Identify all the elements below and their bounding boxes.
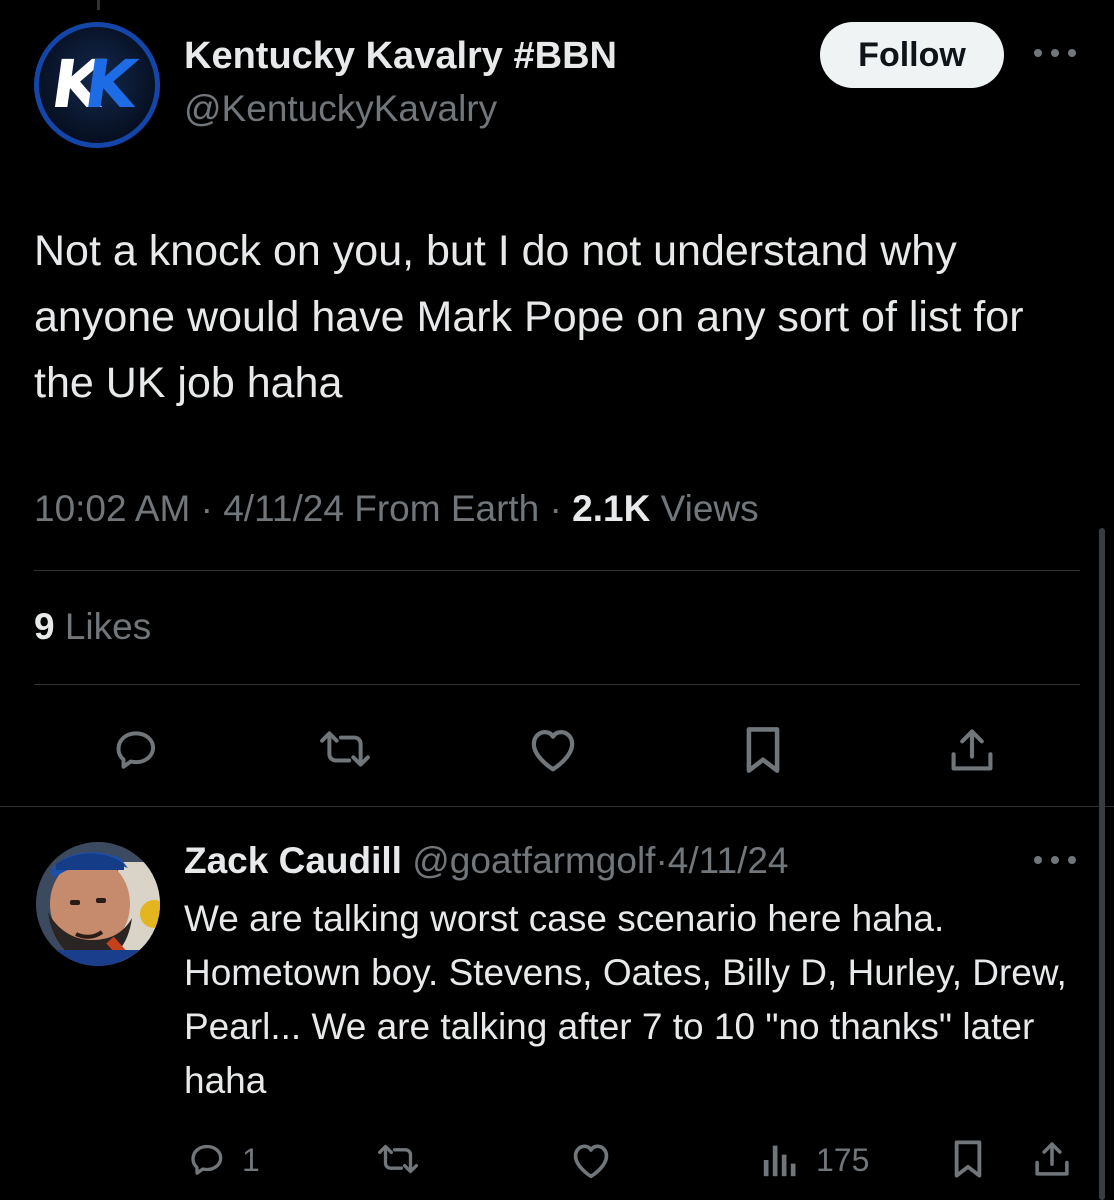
like-icon[interactable] [520,720,586,778]
author-handle[interactable]: @KentuckyKavalry [184,88,497,130]
meta-separator: · [655,840,668,881]
divider [34,684,1080,685]
likes-count: 9 [34,606,55,647]
reply-avatar-photo [36,842,160,966]
retweet-icon[interactable] [310,722,380,776]
tweet-source: From Earth [354,488,540,529]
reply-more-options-icon[interactable] [1034,845,1076,875]
section-divider [0,806,1114,807]
reply-retweet-icon[interactable] [370,1138,426,1180]
reply-author-handle[interactable]: @goatfarmgolf [412,840,655,881]
meta-separator: · [200,488,224,529]
likes-label: Likes [64,606,152,647]
reply-header: Zack Caudill @goatfarmgolf·4/11/24 [184,840,789,882]
reply-count: 1 [242,1142,260,1178]
follow-button[interactable]: Follow [820,22,1004,88]
divider [34,570,1080,571]
reply-share-icon[interactable] [1028,1136,1076,1182]
views-label: Views [660,488,759,529]
reply-author-avatar[interactable] [36,842,160,966]
reply-like-icon[interactable] [566,1138,616,1182]
avatar-logo-text: KK [46,46,132,123]
bookmark-icon[interactable] [734,722,792,778]
reply-reply-icon[interactable] [184,1138,230,1180]
more-options-icon[interactable] [1034,38,1076,68]
reply-date[interactable]: 4/11/24 [668,840,789,881]
reply-author-name[interactable]: Zack Caudill [184,840,402,881]
tweet-text: Not a knock on you, but I do not underst… [34,227,1024,407]
tweet-meta: 10:02 AM · 4/11/24 From Earth · 2.1K Vie… [34,488,759,530]
reply-bookmark-icon[interactable] [946,1136,990,1182]
share-icon[interactable] [942,722,1002,778]
tweet-date[interactable]: 4/11/24 [223,488,344,529]
thread-connector [97,0,100,10]
author-avatar[interactable]: KK [34,22,160,148]
tweet-time[interactable]: 10:02 AM [34,488,190,529]
views-icon[interactable] [760,1140,800,1180]
reply-icon[interactable] [104,722,168,776]
kk-logo: KK [39,27,155,143]
reply-views-count: 175 [816,1142,870,1178]
reply-text: We are talking worst case scenario here … [184,898,1067,1101]
scrollbar[interactable] [1099,528,1105,1200]
tweet-detail-page: KK Kentucky Kavalry #BBN @KentuckyKavalr… [0,0,1114,1200]
likes-summary[interactable]: 9 Likes [34,606,151,648]
views-count: 2.1K [572,488,651,529]
meta-separator: · [549,488,573,529]
author-display-name[interactable]: Kentucky Kavalry #BBN [184,35,617,78]
